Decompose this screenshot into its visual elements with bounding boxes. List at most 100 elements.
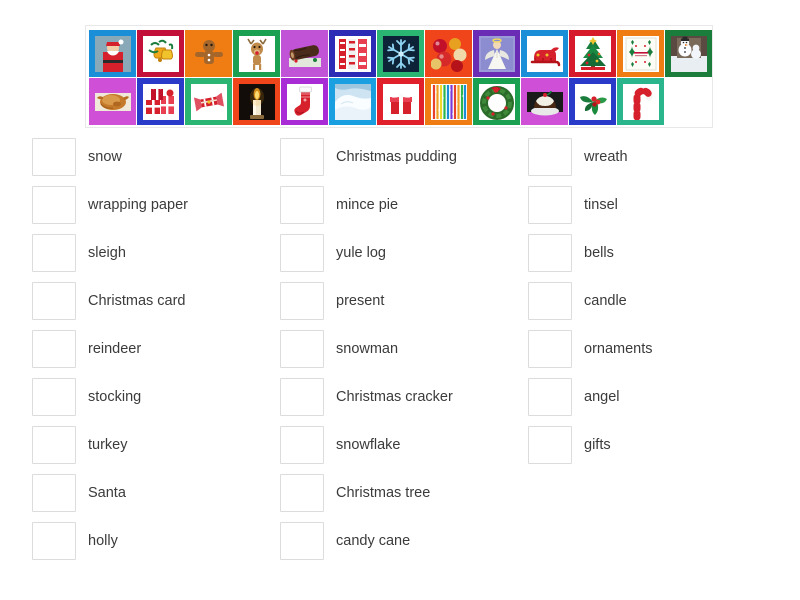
answer-row: reindeer bbox=[32, 325, 282, 373]
drop-zone-yule-log[interactable] bbox=[280, 234, 324, 272]
answer-row: snowman bbox=[280, 325, 530, 373]
drop-zone-christmas-tree[interactable] bbox=[280, 474, 324, 512]
drop-zone-turkey[interactable] bbox=[32, 426, 76, 464]
image-tile-stocking[interactable] bbox=[281, 78, 328, 125]
answer-label: sleigh bbox=[88, 244, 126, 261]
drop-zone-bells[interactable] bbox=[528, 234, 572, 272]
image-tile-snowman[interactable] bbox=[665, 30, 712, 77]
answer-row: bells bbox=[528, 229, 778, 277]
yule-log-icon bbox=[286, 35, 323, 72]
answer-label: yule log bbox=[336, 244, 386, 261]
drop-zone-christmas-cracker[interactable] bbox=[280, 378, 324, 416]
image-tile-tinsel[interactable] bbox=[425, 78, 472, 125]
stocking-icon bbox=[286, 83, 323, 120]
image-tile-candle[interactable] bbox=[233, 78, 280, 125]
drop-zone-sleigh[interactable] bbox=[32, 234, 76, 272]
answer-row: Christmas card bbox=[32, 277, 282, 325]
answer-label: reindeer bbox=[88, 340, 142, 357]
answer-label: Christmas card bbox=[88, 292, 186, 309]
image-tile-reindeer[interactable] bbox=[233, 30, 280, 77]
image-tile-snow[interactable] bbox=[329, 78, 376, 125]
drop-zone-wrapping-paper[interactable] bbox=[32, 186, 76, 224]
drop-zone-mince-pie[interactable] bbox=[280, 186, 324, 224]
image-tile-sleigh[interactable] bbox=[521, 30, 568, 77]
present-icon bbox=[382, 83, 419, 120]
tinsel-icon bbox=[430, 83, 467, 120]
image-tile-wreath[interactable] bbox=[473, 78, 520, 125]
image-tile-ornaments[interactable] bbox=[425, 30, 472, 77]
answer-row: wrapping paper bbox=[32, 181, 282, 229]
drop-zone-wreath[interactable] bbox=[528, 138, 572, 176]
answer-label: bells bbox=[584, 244, 614, 261]
answer-label: wreath bbox=[584, 148, 628, 165]
drop-zone-snow[interactable] bbox=[32, 138, 76, 176]
christmas-card-icon bbox=[622, 35, 659, 72]
drop-zone-gifts[interactable] bbox=[528, 426, 572, 464]
drop-zone-ornaments[interactable] bbox=[528, 330, 572, 368]
answer-label: Santa bbox=[88, 484, 126, 501]
answer-row: holly bbox=[32, 517, 282, 565]
ornaments-icon bbox=[430, 35, 467, 72]
presents-icon bbox=[142, 83, 179, 120]
christmas-tree-icon bbox=[574, 35, 611, 72]
image-tile-angel[interactable] bbox=[473, 30, 520, 77]
image-tile-christmas-tree[interactable] bbox=[569, 30, 616, 77]
drop-zone-holly[interactable] bbox=[32, 522, 76, 560]
santa-icon bbox=[94, 35, 131, 72]
drop-zone-candy-cane[interactable] bbox=[280, 522, 324, 560]
image-tile-bells[interactable] bbox=[137, 30, 184, 77]
answer-label: gifts bbox=[584, 436, 611, 453]
image-tile-wrapping-paper[interactable] bbox=[329, 30, 376, 77]
image-tile-present[interactable] bbox=[377, 78, 424, 125]
drop-zone-christmas-pudding[interactable] bbox=[280, 138, 324, 176]
answer-label: snowman bbox=[336, 340, 399, 357]
answer-row: sleigh bbox=[32, 229, 282, 277]
answer-row: yule log bbox=[280, 229, 530, 277]
answer-label: candle bbox=[584, 292, 627, 309]
image-tile-christmas-cracker[interactable] bbox=[185, 78, 232, 125]
drop-zone-snowflake[interactable] bbox=[280, 426, 324, 464]
answer-row: turkey bbox=[32, 421, 282, 469]
tile-row bbox=[89, 78, 709, 125]
answer-row: Santa bbox=[32, 469, 282, 517]
drop-zone-tinsel[interactable] bbox=[528, 186, 572, 224]
image-tile-presents[interactable] bbox=[137, 78, 184, 125]
answer-row: tinsel bbox=[528, 181, 778, 229]
reindeer-icon bbox=[238, 35, 275, 72]
answer-row: mince pie bbox=[280, 181, 530, 229]
answer-row: stocking bbox=[32, 373, 282, 421]
answer-label: snowflake bbox=[336, 436, 401, 453]
image-tile-gingerbread[interactable] bbox=[185, 30, 232, 77]
bells-icon bbox=[142, 35, 179, 72]
tile-row bbox=[89, 30, 712, 77]
drop-zone-present[interactable] bbox=[280, 282, 324, 320]
gingerbread-icon bbox=[190, 35, 227, 72]
image-tile-christmas-pudding[interactable] bbox=[521, 78, 568, 125]
turkey-icon bbox=[94, 83, 131, 120]
answer-row: candy cane bbox=[280, 517, 530, 565]
answer-label: Christmas cracker bbox=[336, 388, 453, 405]
answer-label: stocking bbox=[88, 388, 142, 405]
answer-label: Christmas pudding bbox=[336, 148, 457, 165]
image-tile-santa[interactable] bbox=[89, 30, 136, 77]
drop-zone-angel[interactable] bbox=[528, 378, 572, 416]
snow-icon bbox=[334, 83, 371, 120]
drop-zone-reindeer[interactable] bbox=[32, 330, 76, 368]
image-tile-snowflake[interactable] bbox=[377, 30, 424, 77]
answer-row: snowflake bbox=[280, 421, 530, 469]
drop-zone-christmas-card[interactable] bbox=[32, 282, 76, 320]
image-tile-christmas-card[interactable] bbox=[617, 30, 664, 77]
image-tile-empty-slot bbox=[665, 78, 712, 125]
image-tile-turkey[interactable] bbox=[89, 78, 136, 125]
image-tile-candy-cane[interactable] bbox=[617, 78, 664, 125]
image-tile-yule-log[interactable] bbox=[281, 30, 328, 77]
answer-label: tinsel bbox=[584, 196, 618, 213]
image-tile-holly[interactable] bbox=[569, 78, 616, 125]
drop-zone-snowman[interactable] bbox=[280, 330, 324, 368]
answer-column-3: wreath tinsel bells candle ornaments angel gif… bbox=[528, 133, 778, 469]
drop-zone-candle[interactable] bbox=[528, 282, 572, 320]
answer-label: snow bbox=[88, 148, 122, 165]
drop-zone-stocking[interactable] bbox=[32, 378, 76, 416]
answer-label: Christmas tree bbox=[336, 484, 431, 501]
drop-zone-santa[interactable] bbox=[32, 474, 76, 512]
